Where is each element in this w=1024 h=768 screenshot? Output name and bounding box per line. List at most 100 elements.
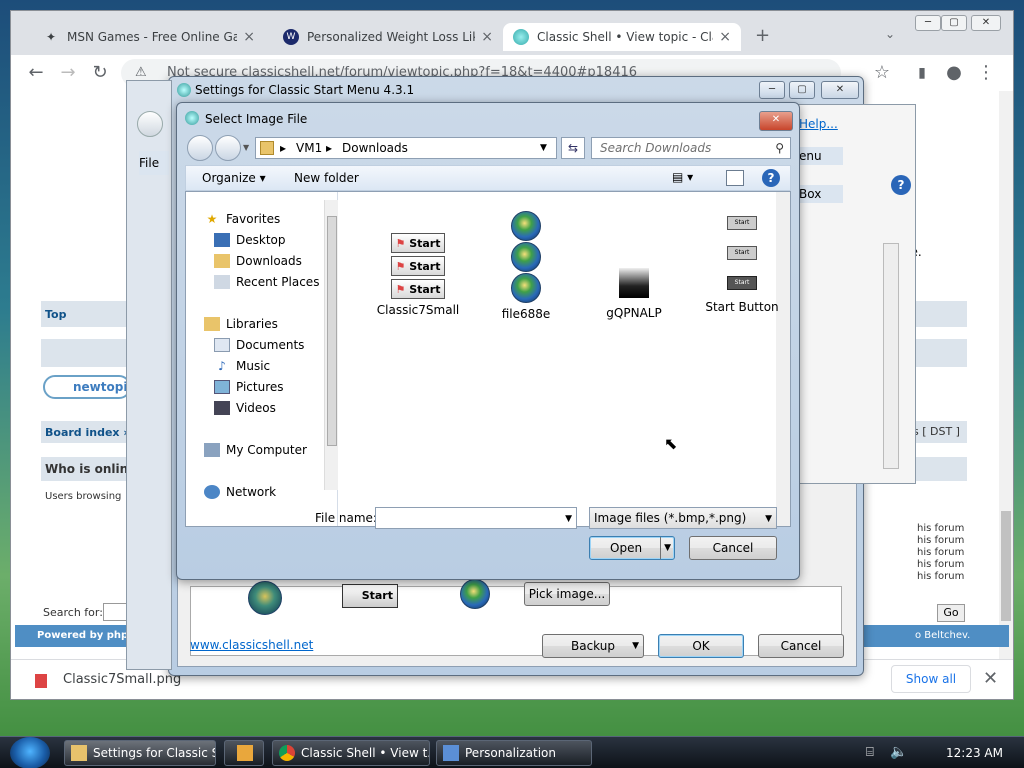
minimize-button[interactable]: ─ — [759, 81, 785, 99]
new-tab-button[interactable]: + — [755, 25, 770, 46]
forward-icon[interactable] — [215, 135, 241, 161]
network-tray-icon[interactable]: ⌸ — [866, 745, 874, 760]
search-for-label: Search for: — [43, 606, 103, 619]
classicshell-icon — [177, 83, 191, 97]
breadcrumb-vm1[interactable]: VM1 — [296, 138, 322, 158]
new-folder-button[interactable]: New folder — [294, 171, 359, 185]
file-name-label: File name: — [315, 511, 377, 525]
nav-desktop[interactable]: Desktop — [214, 233, 286, 247]
help-link[interactable]: Help... — [799, 117, 838, 131]
profile-icon[interactable]: ● — [943, 62, 965, 84]
cancel-button[interactable]: Cancel — [758, 634, 844, 658]
help-icon[interactable]: ? — [762, 169, 780, 187]
close-tab-icon[interactable]: × — [243, 29, 255, 45]
taskbar-settings[interactable]: Settings for Classic S... — [64, 740, 216, 766]
view-options-icon[interactable]: ▤ ▾ — [672, 170, 700, 184]
volume-icon[interactable]: 🔈 — [890, 744, 907, 760]
chevron-down-icon[interactable]: ▼ — [565, 509, 572, 529]
maximize-button[interactable]: ▢ — [789, 81, 815, 99]
nav-my-computer[interactable]: My Computer — [204, 443, 307, 457]
menu-icon[interactable]: ⋮ — [975, 62, 997, 84]
board-index-link[interactable]: Board index » — [45, 426, 130, 439]
go-button[interactable]: Go — [937, 604, 965, 622]
command-bar: Organize ▾ New folder ▤ ▾ ? — [185, 165, 791, 191]
forward-icon[interactable]: → — [57, 62, 79, 84]
nav-scrollbar[interactable] — [324, 200, 338, 490]
maximize-button[interactable]: ▢ — [941, 15, 967, 31]
nav-recent-places[interactable]: Recent Places — [214, 275, 319, 289]
show-all-button[interactable]: Show all — [891, 665, 971, 693]
nav-music[interactable]: ♪ Music — [214, 359, 270, 373]
back-icon[interactable] — [187, 135, 213, 161]
search-input[interactable]: Search Downloads ⚲ — [591, 137, 791, 159]
close-button[interactable]: ✕ — [971, 15, 1001, 31]
start-thumbnail: Start — [727, 276, 757, 290]
file-type-select[interactable]: Image files (*.bmp,*.png) ▼ — [589, 507, 777, 529]
nav-documents[interactable]: Documents — [214, 338, 304, 352]
chevron-down-icon[interactable]: ▼ — [540, 138, 547, 158]
scrollbar-thumb[interactable] — [327, 216, 337, 446]
tab-search-icon[interactable]: ⌄ — [885, 27, 895, 41]
navigation-pane: ★ Favorites Desktop Downloads Recent Plac… — [186, 192, 338, 526]
tab-classic-shell[interactable]: Classic Shell • View topic - Classic × — [503, 23, 741, 51]
top-link[interactable]: Top — [45, 308, 66, 321]
windows-orb-icon — [511, 273, 541, 303]
clock[interactable]: 12:23 AM — [946, 746, 1003, 760]
image-thumbnail — [619, 268, 649, 298]
file-start-button[interactable]: Start Start Start Start Button — [692, 216, 792, 314]
taskbar-media[interactable] — [224, 740, 264, 766]
file-gqpnalp[interactable]: gQPNALP — [584, 268, 684, 320]
bookmark-star-icon[interactable]: ☆ — [871, 62, 893, 84]
file-classic7small[interactable]: ⚑ Start ⚑ Start ⚑ Start Classic7Small — [368, 230, 468, 317]
back-icon[interactable]: ← — [25, 62, 47, 84]
nav-libraries[interactable]: Libraries — [204, 317, 278, 331]
breadcrumb[interactable]: ▸ VM1 ▸ Downloads ▼ — [255, 137, 557, 159]
libraries-icon — [204, 317, 220, 331]
file-name-input[interactable]: ▼ — [375, 507, 577, 529]
page-scrollbar[interactable] — [999, 91, 1013, 659]
taskbar-personalization[interactable]: Personalization — [436, 740, 592, 766]
nav-network[interactable]: Network — [204, 485, 276, 499]
tab-weight-loss[interactable]: W Personalized Weight Loss Like Noom × — [273, 23, 503, 51]
list-scrollbar[interactable] — [883, 243, 899, 469]
backup-button[interactable]: Backup ▼ — [542, 634, 644, 658]
file-688e[interactable]: file688e — [476, 210, 576, 321]
close-button[interactable]: ✕ — [821, 81, 859, 99]
organize-button[interactable]: Organize ▾ — [202, 171, 266, 185]
desktop-icon — [214, 233, 230, 247]
box-tab[interactable]: Box — [799, 185, 843, 203]
menu-tab[interactable]: enu — [799, 147, 843, 165]
start-button-thumbnail: ⚑ Start — [391, 256, 445, 276]
users-browsing-text: Users browsing — [45, 491, 122, 502]
open-button[interactable]: Open ▼ — [589, 536, 675, 560]
close-button[interactable]: ✕ — [759, 111, 793, 131]
refresh-icon[interactable]: ⇆ — [561, 137, 585, 159]
breadcrumb-downloads[interactable]: Downloads — [342, 138, 408, 158]
start-orb[interactable] — [10, 737, 50, 768]
scrollbar-thumb[interactable] — [1001, 511, 1011, 621]
sidebar-icon[interactable]: ▮ — [911, 62, 933, 84]
tab-msn-games[interactable]: ✦ MSN Games - Free Online Games × — [33, 23, 265, 51]
download-item[interactable]: Classic7Small.png — [63, 672, 181, 687]
back-icon[interactable] — [137, 111, 163, 137]
taskbar-chrome[interactable]: Classic Shell • View t... — [272, 740, 430, 766]
nav-downloads[interactable]: Downloads — [214, 254, 302, 268]
file-menu[interactable]: File — [139, 151, 169, 175]
nav-favorites[interactable]: ★ Favorites — [204, 212, 281, 226]
nav-videos[interactable]: Videos — [214, 401, 276, 415]
close-tab-icon[interactable]: × — [719, 29, 731, 45]
reload-icon[interactable]: ↻ — [89, 62, 111, 84]
minimize-button[interactable]: ─ — [915, 15, 941, 31]
cancel-button[interactable]: Cancel — [689, 536, 777, 560]
help-icon[interactable]: ? — [891, 175, 911, 195]
recent-pages-dropdown[interactable]: ▼ — [243, 143, 249, 152]
chevron-down-icon[interactable]: ▼ — [664, 537, 671, 559]
website-link[interactable]: www.classicshell.net — [190, 638, 313, 652]
ok-button[interactable]: OK — [658, 634, 744, 658]
new-topic-button[interactable]: newtopic — [43, 375, 135, 399]
nav-pictures[interactable]: Pictures — [214, 380, 284, 394]
preview-pane-icon[interactable] — [726, 170, 744, 186]
pick-image-button[interactable]: Pick image... — [524, 582, 610, 606]
close-download-bar-icon[interactable]: ✕ — [983, 668, 998, 689]
close-tab-icon[interactable]: × — [481, 29, 493, 45]
